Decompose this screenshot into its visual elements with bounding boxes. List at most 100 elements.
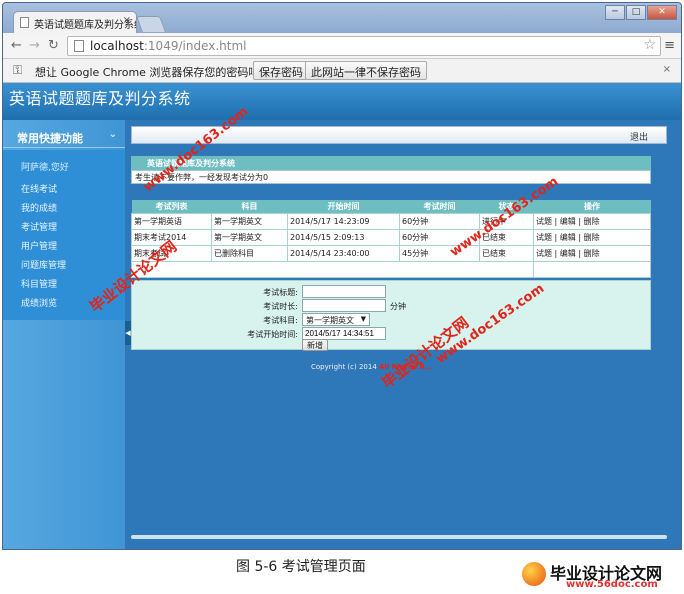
delete-link[interactable]: 删除 <box>584 249 600 258</box>
status-badge: 已结束 <box>479 244 534 262</box>
add-exam-button[interactable]: 新增 <box>302 339 328 351</box>
table-row: 第一学期英语 第一学期英文 2014/5/17 14:23:09 60分钟 进行… <box>131 212 651 230</box>
exam-title-label: 考试标题: <box>263 288 298 297</box>
column-header: 考试列表 <box>131 200 212 213</box>
start-time-cell: 2014/5/17 14:23:09 <box>287 212 400 230</box>
empty-cell <box>533 260 651 278</box>
exam-table: 考试列表 科目 开始时间 考试时间 状态 操作 第一学期英语 第一学期英文 20 <box>131 200 651 278</box>
exam-name-cell: 期末考试 <box>131 244 212 262</box>
panel-caption: 英语试题题库及判分系统 <box>131 156 651 170</box>
duration-cell: 45分钟 <box>399 244 480 262</box>
operations-cell: 试题 | 编辑 | 删除 <box>533 228 651 246</box>
logout-link[interactable]: 退出 <box>630 130 648 143</box>
status-badge: 已结束 <box>479 228 534 246</box>
questions-link[interactable]: 试题 <box>536 233 552 242</box>
maximize-button[interactable]: □ <box>626 5 646 20</box>
edit-link[interactable]: 编辑 <box>560 233 576 242</box>
operations-cell: 试题 | 编辑 | 删除 <box>533 244 651 262</box>
sidebar-header[interactable]: 常用快捷功能 ⌄ <box>3 126 125 148</box>
status-badge: 进行中 <box>479 212 534 230</box>
exam-notice: 考生请不要作弊，一经发现考试分为0 <box>131 170 651 184</box>
sidebar-item-score-browse[interactable]: 成绩浏览 <box>21 296 66 315</box>
password-infobar: ⚿ 想让 Google Chrome 浏览器保存您的密码吗？ 保存密码 此网站一… <box>3 59 681 83</box>
sidebar-menu: 在线考试 我的成绩 考试管理 用户管理 问题库管理 科目管理 成绩浏览 <box>21 182 66 315</box>
save-password-button[interactable]: 保存密码 <box>253 61 309 80</box>
copyright: Copyright (c) 2014 All Rights R... <box>311 363 433 371</box>
exam-title-input[interactable] <box>302 285 386 298</box>
column-header: 操作 <box>533 200 651 213</box>
browser-window: 英语试题题库及判分系统 × ─ □ ✕ ← → ↻ localhost:1049… <box>2 2 682 550</box>
browser-titlebar: 英语试题题库及判分系统 × ─ □ ✕ <box>3 3 681 34</box>
delete-link[interactable]: 删除 <box>584 217 600 226</box>
delete-link[interactable]: 删除 <box>584 233 600 242</box>
content-topbar: 退出 <box>131 126 667 144</box>
browser-tab[interactable]: 英语试题题库及判分系统 × <box>13 11 137 34</box>
app-title: 英语试题题库及判分系统 <box>9 89 191 108</box>
menu-icon[interactable]: ≡ <box>664 38 675 53</box>
column-header: 考试时间 <box>399 200 480 213</box>
url-host: localhost <box>90 39 144 53</box>
page-icon <box>74 40 84 52</box>
browser-toolbar: ← → ↻ localhost:1049/index.html ☆ ≡ <box>3 33 681 59</box>
tab-close-icon[interactable]: × <box>123 15 131 26</box>
key-icon: ⚿ <box>13 63 23 77</box>
edit-link[interactable]: 编辑 <box>560 217 576 226</box>
url-path: :1049/index.html <box>143 39 247 53</box>
infobar-close-icon[interactable]: × <box>663 64 671 75</box>
sidebar-item-online-exam[interactable]: 在线考试 <box>21 182 66 201</box>
chevron-down-icon[interactable]: ⌄ <box>109 129 117 140</box>
subject-selected-value: 第一学期英文 <box>306 316 354 325</box>
sidebar-item-question-bank[interactable]: 问题库管理 <box>21 258 66 277</box>
duration-cell: 60分钟 <box>399 212 480 230</box>
sidebar-item-subject-management[interactable]: 科目管理 <box>21 277 66 296</box>
copyright-rights: All Rights R... <box>379 363 433 371</box>
exam-name-cell: 期末考试2014 <box>131 228 212 246</box>
table-row <box>131 260 651 278</box>
questions-link[interactable]: 试题 <box>536 249 552 258</box>
exam-start-label: 考试开始时间: <box>247 330 298 339</box>
site-logo: 毕业设计论文网 www.56doc.com <box>522 560 680 592</box>
content-bottombar <box>131 535 667 539</box>
infobar-message: 想让 Google Chrome 浏览器保存您的密码吗？ <box>35 66 271 79</box>
window-close-button[interactable]: ✕ <box>647 5 677 20</box>
exam-duration-label: 考试时长: <box>263 302 298 311</box>
sidebar-header-label: 常用快捷功能 <box>17 132 83 145</box>
table-header-row: 考试列表 科目 开始时间 考试时间 状态 操作 <box>131 200 651 213</box>
new-tab-button[interactable] <box>136 16 166 32</box>
sidebar: 常用快捷功能 ⌄ 阿萨德,您好 在线考试 我的成绩 考试管理 用户管理 问题库管… <box>3 120 125 549</box>
op-separator: | <box>554 216 558 226</box>
logo-url: www.56doc.com <box>566 579 658 590</box>
exam-duration-input[interactable] <box>302 299 386 312</box>
sidebar-item-my-scores[interactable]: 我的成绩 <box>21 201 66 220</box>
op-separator: | <box>554 248 558 258</box>
form-row-title: 考试标题: <box>132 285 652 299</box>
op-separator: | <box>578 232 582 242</box>
add-exam-form: 考试标题: 考试时长: 分钟 考试科目: 第一学期英文 ▼ 考试开始时间: 20… <box>131 280 652 351</box>
exam-subject-select[interactable]: 第一学期英文 ▼ <box>302 313 370 326</box>
address-bar[interactable]: localhost:1049/index.html ☆ <box>67 36 661 56</box>
sidebar-item-user-management[interactable]: 用户管理 <box>21 239 66 258</box>
start-time-cell: 2014/5/15 2:09:13 <box>287 228 400 246</box>
dropdown-arrow-icon: ▼ <box>360 315 366 323</box>
exam-panel: 英语试题题库及判分系统 考生请不要作弊，一经发现考试分为0 <box>131 156 651 184</box>
user-greeting: 阿萨德,您好 <box>21 163 69 173</box>
forward-arrow-icon[interactable]: → <box>29 38 40 53</box>
copyright-text: Copyright (c) 2014 <box>311 363 380 371</box>
back-arrow-icon[interactable]: ← <box>11 38 22 53</box>
table-row: 期末考试2014 第一学期英文 2014/5/15 2:09:13 60分钟 已… <box>131 228 651 246</box>
edit-link[interactable]: 编辑 <box>560 249 576 258</box>
column-header: 状态 <box>479 200 534 213</box>
form-row-duration: 考试时长: 分钟 <box>132 299 652 313</box>
never-save-button[interactable]: 此网站一律不保存密码 <box>305 61 427 80</box>
page-icon <box>20 17 29 28</box>
subject-cell: 已删除科目 <box>211 244 288 262</box>
op-separator: | <box>578 248 582 258</box>
bookmark-star-icon[interactable]: ☆ <box>643 37 656 53</box>
minimize-button[interactable]: ─ <box>605 5 625 20</box>
app-header: 英语试题题库及判分系统 <box>3 83 681 120</box>
tab-title: 英语试题题库及判分系统 <box>34 20 137 31</box>
questions-link[interactable]: 试题 <box>536 217 552 226</box>
op-separator: | <box>554 232 558 242</box>
sidebar-item-exam-management[interactable]: 考试管理 <box>21 220 66 239</box>
reload-icon[interactable]: ↻ <box>48 38 59 53</box>
